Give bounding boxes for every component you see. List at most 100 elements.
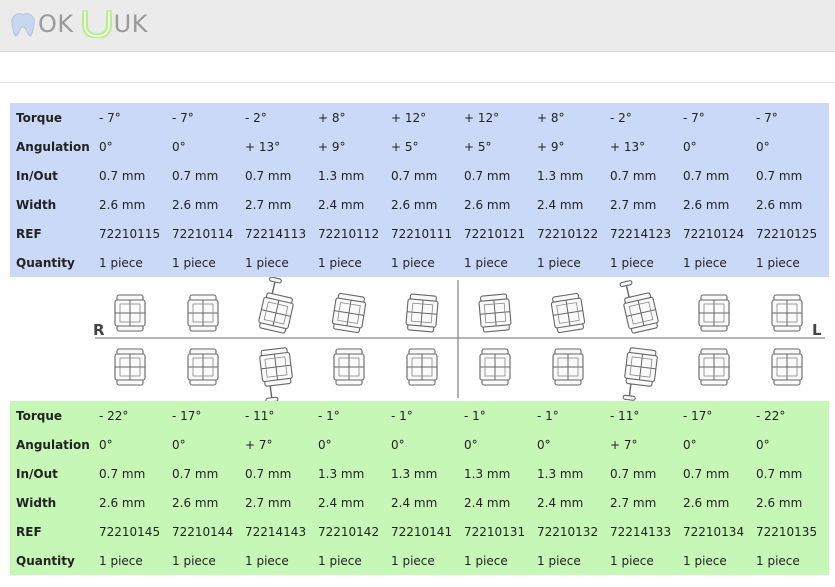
table-cell: 2.4 mm [318,197,365,212]
table-row: Quantity 1 piece 1 piece 1 piece 1 piece 1 pi… [10,248,829,277]
table-cell: 72210132 [537,524,599,539]
bracket-icon [622,347,658,401]
table-cell: 1.3 mm [318,168,365,183]
bracket-icon [187,348,219,386]
table-row: In/Out 0.7 mm 0.7 mm 0.7 mm 1.3 mm 0.7 mm 0.7 … [10,161,829,190]
table-cell: 0.7 mm [756,466,803,481]
sub-header-bar [0,52,835,83]
table-cell: 0.7 mm [245,168,292,183]
table-cell: 1 piece [99,553,143,568]
table-cell: + 9° [537,139,565,154]
brand-name-part1: OK [38,10,74,38]
table-row: In/Out 0.7 mm 0.7 mm 0.7 mm 1.3 mm 1.3 mm 1.3 … [10,459,829,488]
table-cell: - 1° [391,408,413,423]
bracket-diagram-svg [95,276,825,403]
table-cell: 1 piece [683,553,727,568]
bracket-icon [114,294,146,332]
table-cell: 1 piece [99,255,143,270]
table-cell: + 12° [464,110,500,125]
bracket-icon [258,276,294,334]
table-cell: 1 piece [245,255,289,270]
table-cell: 72210142 [318,524,380,539]
table-cell: 2.7 mm [245,197,292,212]
table-cell: 1 piece [464,255,508,270]
table-cell: 0° [99,139,113,154]
row-label: Width [16,495,57,510]
table-cell: 0.7 mm [391,168,438,183]
table-cell: 0.7 mm [464,168,511,183]
table-cell: 0.7 mm [683,466,730,481]
u-logo-icon [81,10,112,38]
table-cell: 72210134 [683,524,745,539]
bracket-icon [698,348,730,386]
table-cell: 1 piece [391,553,435,568]
table-cell: 1 piece [172,553,216,568]
table-cell: 1 piece [537,255,581,270]
table-cell: 72210125 [756,226,818,241]
table-cell: - 7° [99,110,121,125]
table-cell: 2.7 mm [245,495,292,510]
table-cell: 1 piece [391,255,435,270]
table-row: Width 2.6 mm 2.6 mm 2.7 mm 2.4 mm 2.4 mm 2.4 m… [10,488,829,517]
table-cell: - 11° [610,408,640,423]
table-cell: 72214123 [610,226,672,241]
table-cell: - 22° [99,408,129,423]
table-cell: 0° [464,437,478,452]
table-cell: 2.4 mm [391,495,438,510]
table-cell: 0° [99,437,113,452]
table-cell: 1 piece [318,553,362,568]
table-cell: + 7° [245,437,273,452]
bracket-icon [552,348,584,386]
table-cell: 1.3 mm [318,466,365,481]
row-label: REF [16,524,42,539]
table-cell: 2.6 mm [683,197,730,212]
table-cell: 72214113 [245,226,307,241]
table-cell: 2.4 mm [537,495,584,510]
row-label: Quantity [16,255,75,270]
table-row: Quantity 1 piece 1 piece 1 piece 1 piece 1 pi… [10,546,829,575]
bracket-diagram: R L [10,276,825,403]
row-label: Angulation [16,139,90,154]
table-cell: + 5° [391,139,419,154]
bracket-icon [114,348,146,386]
row-label: Quantity [16,553,75,568]
tooth-logo-icon [11,12,35,37]
table-cell: 0.7 mm [172,466,219,481]
table-cell: 72210114 [172,226,234,241]
table-cell: 72210124 [683,226,745,241]
table-cell: 72210131 [464,524,526,539]
table-row: REF 72210115 72210114 72214113 72210112 72210… [10,219,829,248]
brand-name-part2: UK [113,10,148,38]
table-cell: + 12° [391,110,427,125]
bracket-icon [406,348,438,386]
table-cell: - 17° [683,408,713,423]
table-cell: 0.7 mm [245,466,292,481]
brand-logo[interactable]: OK UK [8,9,148,39]
bracket-icon [187,294,219,332]
row-label: REF [16,226,42,241]
row-label: Angulation [16,437,90,452]
bracket-icon [550,292,586,334]
table-row: Torque - 7° - 7° - 2° + 8° + 12° + 12° + 8° - 2°… [10,103,829,132]
table-cell: - 7° [756,110,778,125]
right-side-label: R [93,321,105,339]
table-cell: 0° [172,437,186,452]
table-cell: 1 piece [464,553,508,568]
table-cell: - 17° [172,408,202,423]
row-label: In/Out [16,466,58,481]
site-header: OK UK [0,0,835,52]
table-cell: - 7° [172,110,194,125]
table-cell: 0° [537,437,551,452]
table-cell: - 2° [610,110,632,125]
table-cell: 2.6 mm [756,495,803,510]
table-cell: 2.4 mm [537,197,584,212]
table-cell: - 1° [318,408,340,423]
bracket-icon [479,348,511,386]
bracket-icon [771,294,803,332]
table-cell: 72210112 [318,226,380,241]
table-row: Angulation 0° 0° + 13° + 9° + 5° + 5° + 9° + 13°… [10,132,829,161]
table-cell: 1 piece [610,255,654,270]
table-cell: 72210115 [99,226,161,241]
table-cell: 2.6 mm [464,197,511,212]
table-cell: 2.6 mm [172,197,219,212]
